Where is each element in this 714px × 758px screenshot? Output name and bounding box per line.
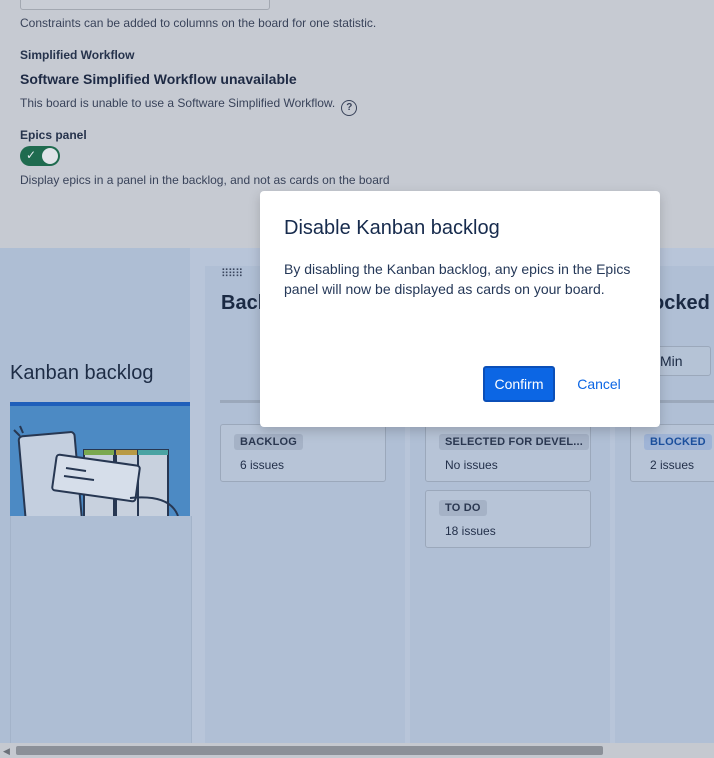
drag-handle-icon[interactable]: ⠿⠿⠿	[221, 267, 243, 280]
constraint-select[interactable]	[20, 0, 270, 10]
disable-kanban-backlog-dialog: Disable Kanban backlog By disabling the …	[260, 191, 660, 427]
status-lozenge: SELECTED FOR DEVEL...	[439, 434, 590, 450]
status-card-backlog[interactable]: BACKLOG 6 issues	[220, 424, 386, 482]
simplified-workflow-title: Software Simplified Workflow unavailable	[20, 71, 297, 87]
scroll-left-icon[interactable]: ◀	[3, 746, 10, 757]
cancel-button[interactable]: Cancel	[565, 366, 633, 402]
help-icon[interactable]: ?	[341, 100, 358, 116]
kanban-backlog-column: Kanban backlog	[0, 248, 192, 744]
status-lozenge: BLOCKED	[644, 434, 712, 450]
status-card-todo[interactable]: TO DO 18 issues	[425, 490, 591, 548]
status-lozenge: BACKLOG	[234, 434, 304, 450]
simplified-workflow-help-text: This board is unable to use a Software S…	[20, 96, 336, 110]
horizontal-scrollbar[interactable]: ◀	[0, 743, 714, 758]
epics-panel-help: Display epics in a panel in the backlog,…	[20, 173, 390, 187]
scrollbar-thumb[interactable]	[16, 746, 603, 755]
simplified-workflow-help: This board is unable to use a Software S…	[20, 96, 358, 116]
simplified-workflow-label: Simplified Workflow	[20, 48, 135, 62]
column-heading-blocked: ocked	[652, 292, 710, 314]
min-placeholder: Min	[660, 353, 683, 369]
kanban-backlog-illustration	[10, 406, 190, 516]
status-card-selected[interactable]: SELECTED FOR DEVEL... No issues	[425, 424, 591, 482]
check-icon: ✓	[26, 148, 37, 162]
issue-count: No issues	[445, 458, 498, 472]
dialog-body: By disabling the Kanban backlog, any epi…	[284, 261, 631, 297]
confirm-button[interactable]: Confirm	[483, 366, 555, 402]
constraints-help-text: Constraints can be added to columns on t…	[20, 16, 377, 30]
status-lozenge: TO DO	[439, 500, 487, 516]
issue-count: 6 issues	[240, 458, 285, 472]
status-card-blocked[interactable]: BLOCKED 2 issues	[630, 424, 714, 482]
epics-panel-label: Epics panel	[20, 128, 87, 142]
kanban-backlog-title: Kanban backlog	[10, 362, 154, 384]
issue-count: 2 issues	[650, 458, 695, 472]
issue-count: 18 issues	[445, 524, 496, 538]
epics-panel-toggle[interactable]: ✓	[20, 146, 60, 166]
kanban-backlog-drop-area	[10, 516, 192, 744]
dialog-title: Disable Kanban backlog	[284, 217, 500, 239]
toggle-knob	[42, 148, 58, 164]
